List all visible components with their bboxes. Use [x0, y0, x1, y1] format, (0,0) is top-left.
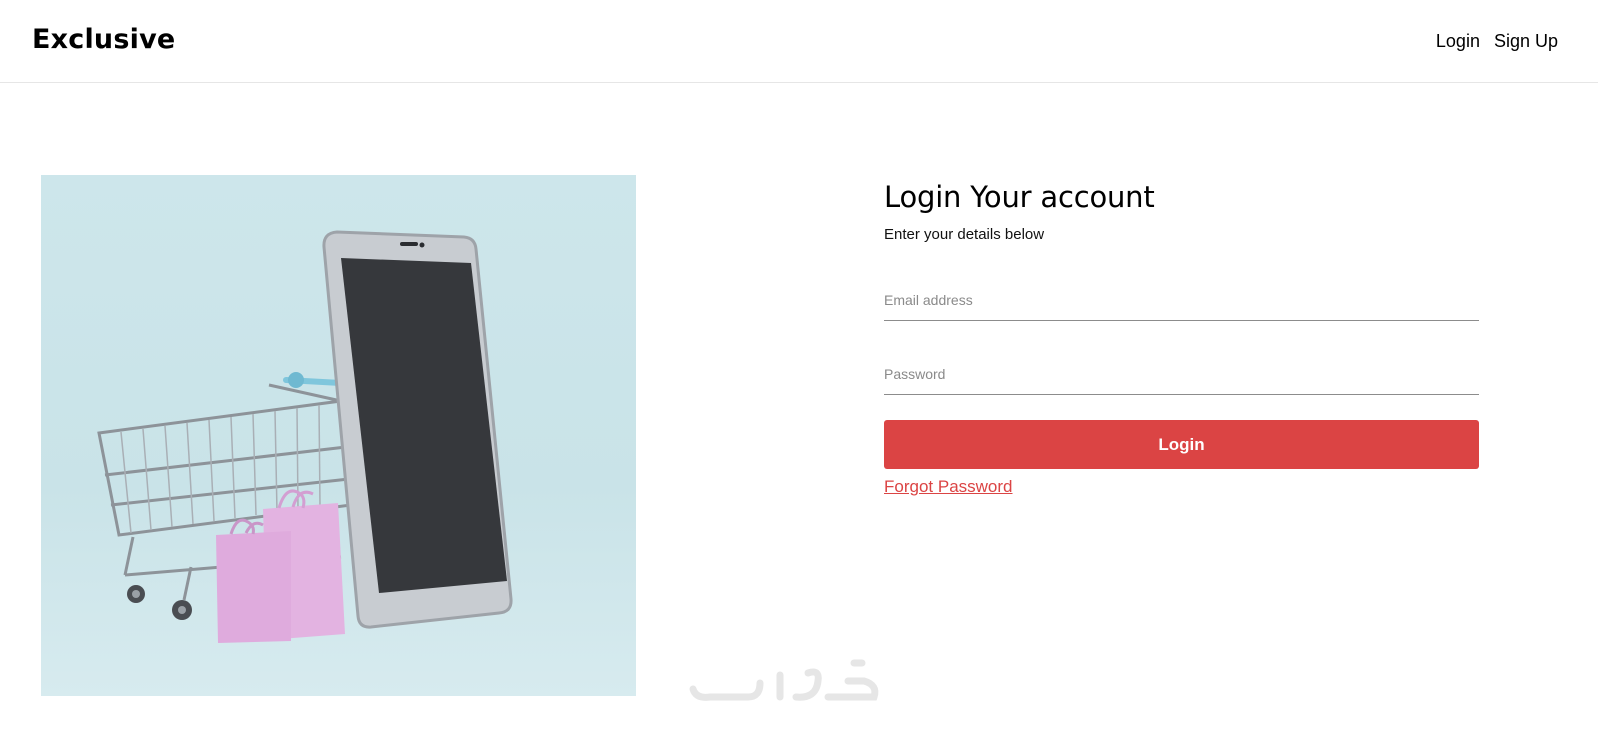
- watermark-logo: [688, 655, 880, 705]
- forgot-password-link[interactable]: Forgot Password: [884, 477, 1013, 497]
- watermark-icon: [689, 659, 879, 701]
- form-title: Login Your account: [884, 180, 1155, 214]
- login-form: Login Your account Enter your details be…: [884, 180, 1479, 497]
- nav-login-link[interactable]: Login: [1436, 31, 1480, 52]
- header-nav: Login Sign Up: [1436, 31, 1558, 52]
- shopping-cart-phone-illustration: [97, 230, 513, 643]
- form-subtitle: Enter your details below: [884, 226, 1045, 243]
- hero-image: [41, 175, 636, 696]
- login-button[interactable]: Login: [884, 420, 1479, 469]
- site-header: Exclusive Login Sign Up: [0, 0, 1598, 83]
- nav-signup-link[interactable]: Sign Up: [1494, 31, 1558, 52]
- email-field[interactable]: [884, 279, 1479, 321]
- smartphone-icon: [322, 230, 513, 629]
- password-field[interactable]: [884, 353, 1479, 395]
- site-logo[interactable]: Exclusive: [32, 24, 175, 55]
